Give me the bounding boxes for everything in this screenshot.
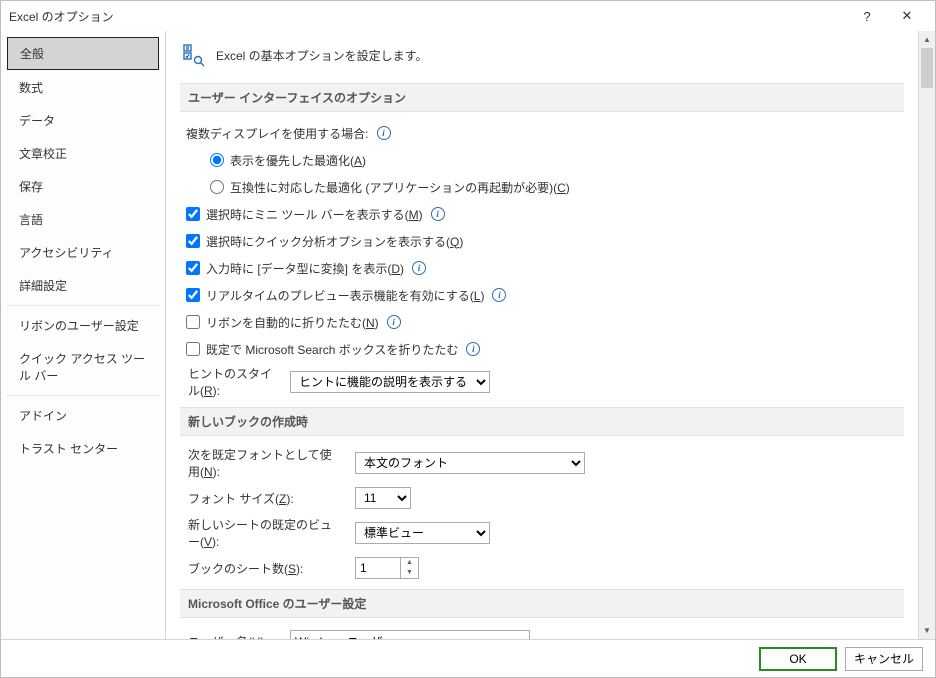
sidebar-separator bbox=[7, 305, 159, 306]
sidebar-separator bbox=[7, 395, 159, 396]
radio-compat-optimized[interactable]: 互換性に対応した最適化 (アプリケーションの再起動が必要)(C) bbox=[210, 176, 904, 198]
sidebar-item-proofing[interactable]: 文章校正 bbox=[7, 138, 159, 169]
scrollbar-thumb[interactable] bbox=[921, 48, 933, 88]
checkbox-input[interactable] bbox=[186, 342, 200, 356]
screentip-label: ヒントのスタイル(R): bbox=[188, 365, 278, 399]
sidebar-item-advanced[interactable]: 詳細設定 bbox=[7, 270, 159, 301]
checkbox-collapse-search[interactable]: 既定で Microsoft Search ボックスを折りたたむ i bbox=[186, 338, 904, 360]
default-view-select[interactable]: 標準ビュー bbox=[355, 522, 490, 544]
sidebar-item-data[interactable]: データ bbox=[7, 105, 159, 136]
ok-button[interactable]: OK bbox=[759, 647, 837, 671]
section-office-user: Microsoft Office のユーザー設定 bbox=[180, 589, 904, 618]
checkbox-collapse-ribbon[interactable]: リボンを自動的に折りたたむ(N) i bbox=[186, 311, 904, 333]
checkbox-label: リアルタイムのプレビュー表示機能を有効にする(L) bbox=[206, 287, 484, 304]
checkbox-input[interactable] bbox=[186, 207, 200, 221]
sidebar-item-language[interactable]: 言語 bbox=[7, 204, 159, 235]
section-new-workbook: 新しいブックの作成時 bbox=[180, 407, 904, 436]
options-dialog: Excel のオプション ? ✕ 全般 数式 データ 文章校正 保存 言語 アク… bbox=[0, 0, 936, 678]
checkbox-input[interactable] bbox=[186, 261, 200, 275]
sidebar-item-formulas[interactable]: 数式 bbox=[7, 72, 159, 103]
options-icon bbox=[180, 41, 208, 69]
checkbox-label: 選択時にクイック分析オプションを表示する(Q) bbox=[206, 233, 463, 250]
titlebar: Excel のオプション ? ✕ bbox=[1, 1, 935, 31]
sheet-count-label: ブックのシート数(S): bbox=[188, 560, 343, 577]
info-icon[interactable]: i bbox=[492, 288, 506, 302]
radio-label: 表示を優先した最適化(A) bbox=[230, 152, 366, 169]
close-button[interactable]: ✕ bbox=[887, 2, 927, 30]
checkbox-input[interactable] bbox=[186, 234, 200, 248]
page-headline: Excel の基本オプションを設定します。 bbox=[216, 47, 427, 64]
default-font-select[interactable]: 本文のフォント bbox=[355, 452, 585, 474]
dialog-body: 全般 数式 データ 文章校正 保存 言語 アクセシビリティ 詳細設定 リボンのユ… bbox=[1, 31, 935, 639]
sidebar-item-quick-access[interactable]: クイック アクセス ツール バー bbox=[7, 343, 159, 391]
radio-input[interactable] bbox=[210, 153, 224, 167]
screentip-select[interactable]: ヒントに機能の説明を表示する bbox=[290, 371, 490, 393]
spinner-down-icon[interactable]: ▼ bbox=[401, 568, 418, 578]
radio-label: 互換性に対応した最適化 (アプリケーションの再起動が必要)(C) bbox=[230, 179, 570, 196]
scroll-up-icon[interactable]: ▲ bbox=[919, 31, 935, 48]
info-icon[interactable]: i bbox=[377, 126, 391, 140]
multi-display-label: 複数ディスプレイを使用する場合: i bbox=[186, 122, 904, 144]
help-button[interactable]: ? bbox=[847, 2, 887, 30]
radio-display-optimized[interactable]: 表示を優先した最適化(A) bbox=[210, 149, 904, 171]
checkbox-datatype-convert[interactable]: 入力時に [データ型に変換] を表示(D) i bbox=[186, 257, 904, 279]
dialog-footer: OK キャンセル bbox=[1, 639, 935, 677]
checkbox-label: リボンを自動的に折りたたむ(N) bbox=[206, 314, 379, 331]
default-font-row: 次を既定フォントとして使用(N): 本文のフォント bbox=[188, 446, 904, 480]
font-size-label: フォント サイズ(Z): bbox=[188, 490, 343, 507]
default-view-row: 新しいシートの既定のビュー(V): 標準ビュー bbox=[188, 516, 904, 550]
sheet-count-spinner[interactable]: ▲ ▼ bbox=[355, 557, 419, 579]
sidebar-item-save[interactable]: 保存 bbox=[7, 171, 159, 202]
sheet-count-input[interactable] bbox=[356, 558, 400, 578]
checkbox-label: 既定で Microsoft Search ボックスを折りたたむ bbox=[206, 341, 458, 358]
sidebar-item-addins[interactable]: アドイン bbox=[7, 400, 159, 431]
font-size-select[interactable]: 11 bbox=[355, 487, 411, 509]
screentip-style-row: ヒントのスタイル(R): ヒントに機能の説明を表示する bbox=[188, 365, 904, 399]
radio-input[interactable] bbox=[210, 180, 224, 194]
content-wrap: Excel の基本オプションを設定します。 ユーザー インターフェイスのオプショ… bbox=[166, 31, 935, 639]
info-icon[interactable]: i bbox=[466, 342, 480, 356]
sidebar-item-general[interactable]: 全般 bbox=[7, 37, 159, 70]
username-row: ユーザー名(U): bbox=[188, 628, 904, 639]
checkbox-input[interactable] bbox=[186, 288, 200, 302]
checkbox-label: 入力時に [データ型に変換] を表示(D) bbox=[206, 260, 404, 277]
category-sidebar: 全般 数式 データ 文章校正 保存 言語 アクセシビリティ 詳細設定 リボンのユ… bbox=[1, 31, 166, 639]
info-icon[interactable]: i bbox=[387, 315, 401, 329]
spinner-up-icon[interactable]: ▲ bbox=[401, 558, 418, 568]
default-view-label: 新しいシートの既定のビュー(V): bbox=[188, 516, 343, 550]
checkbox-live-preview[interactable]: リアルタイムのプレビュー表示機能を有効にする(L) i bbox=[186, 284, 904, 306]
sheet-count-row: ブックのシート数(S): ▲ ▼ bbox=[188, 555, 904, 581]
label-text: 複数ディスプレイを使用する場合: bbox=[186, 125, 369, 142]
checkbox-input[interactable] bbox=[186, 315, 200, 329]
window-title: Excel のオプション bbox=[9, 8, 847, 25]
checkbox-label: 選択時にミニ ツール バーを表示する(M) bbox=[206, 206, 423, 223]
info-icon[interactable]: i bbox=[412, 261, 426, 275]
section-ui-options: ユーザー インターフェイスのオプション bbox=[180, 83, 904, 112]
info-icon[interactable]: i bbox=[431, 207, 445, 221]
sidebar-item-trust-center[interactable]: トラスト センター bbox=[7, 433, 159, 464]
scroll-down-icon[interactable]: ▼ bbox=[919, 622, 935, 639]
sidebar-item-customize-ribbon[interactable]: リボンのユーザー設定 bbox=[7, 310, 159, 341]
page-header: Excel の基本オプションを設定します。 bbox=[180, 41, 904, 69]
username-input[interactable] bbox=[290, 630, 530, 639]
checkbox-quick-analysis[interactable]: 選択時にクイック分析オプションを表示する(Q) bbox=[186, 230, 904, 252]
scrollbar-track[interactable] bbox=[919, 48, 935, 622]
vertical-scrollbar[interactable]: ▲ ▼ bbox=[918, 31, 935, 639]
font-size-row: フォント サイズ(Z): 11 bbox=[188, 485, 904, 511]
cancel-button[interactable]: キャンセル bbox=[845, 647, 923, 671]
checkbox-mini-toolbar[interactable]: 選択時にミニ ツール バーを表示する(M) i bbox=[186, 203, 904, 225]
content-pane: Excel の基本オプションを設定します。 ユーザー インターフェイスのオプショ… bbox=[166, 31, 918, 639]
sidebar-item-accessibility[interactable]: アクセシビリティ bbox=[7, 237, 159, 268]
default-font-label: 次を既定フォントとして使用(N): bbox=[188, 446, 343, 480]
